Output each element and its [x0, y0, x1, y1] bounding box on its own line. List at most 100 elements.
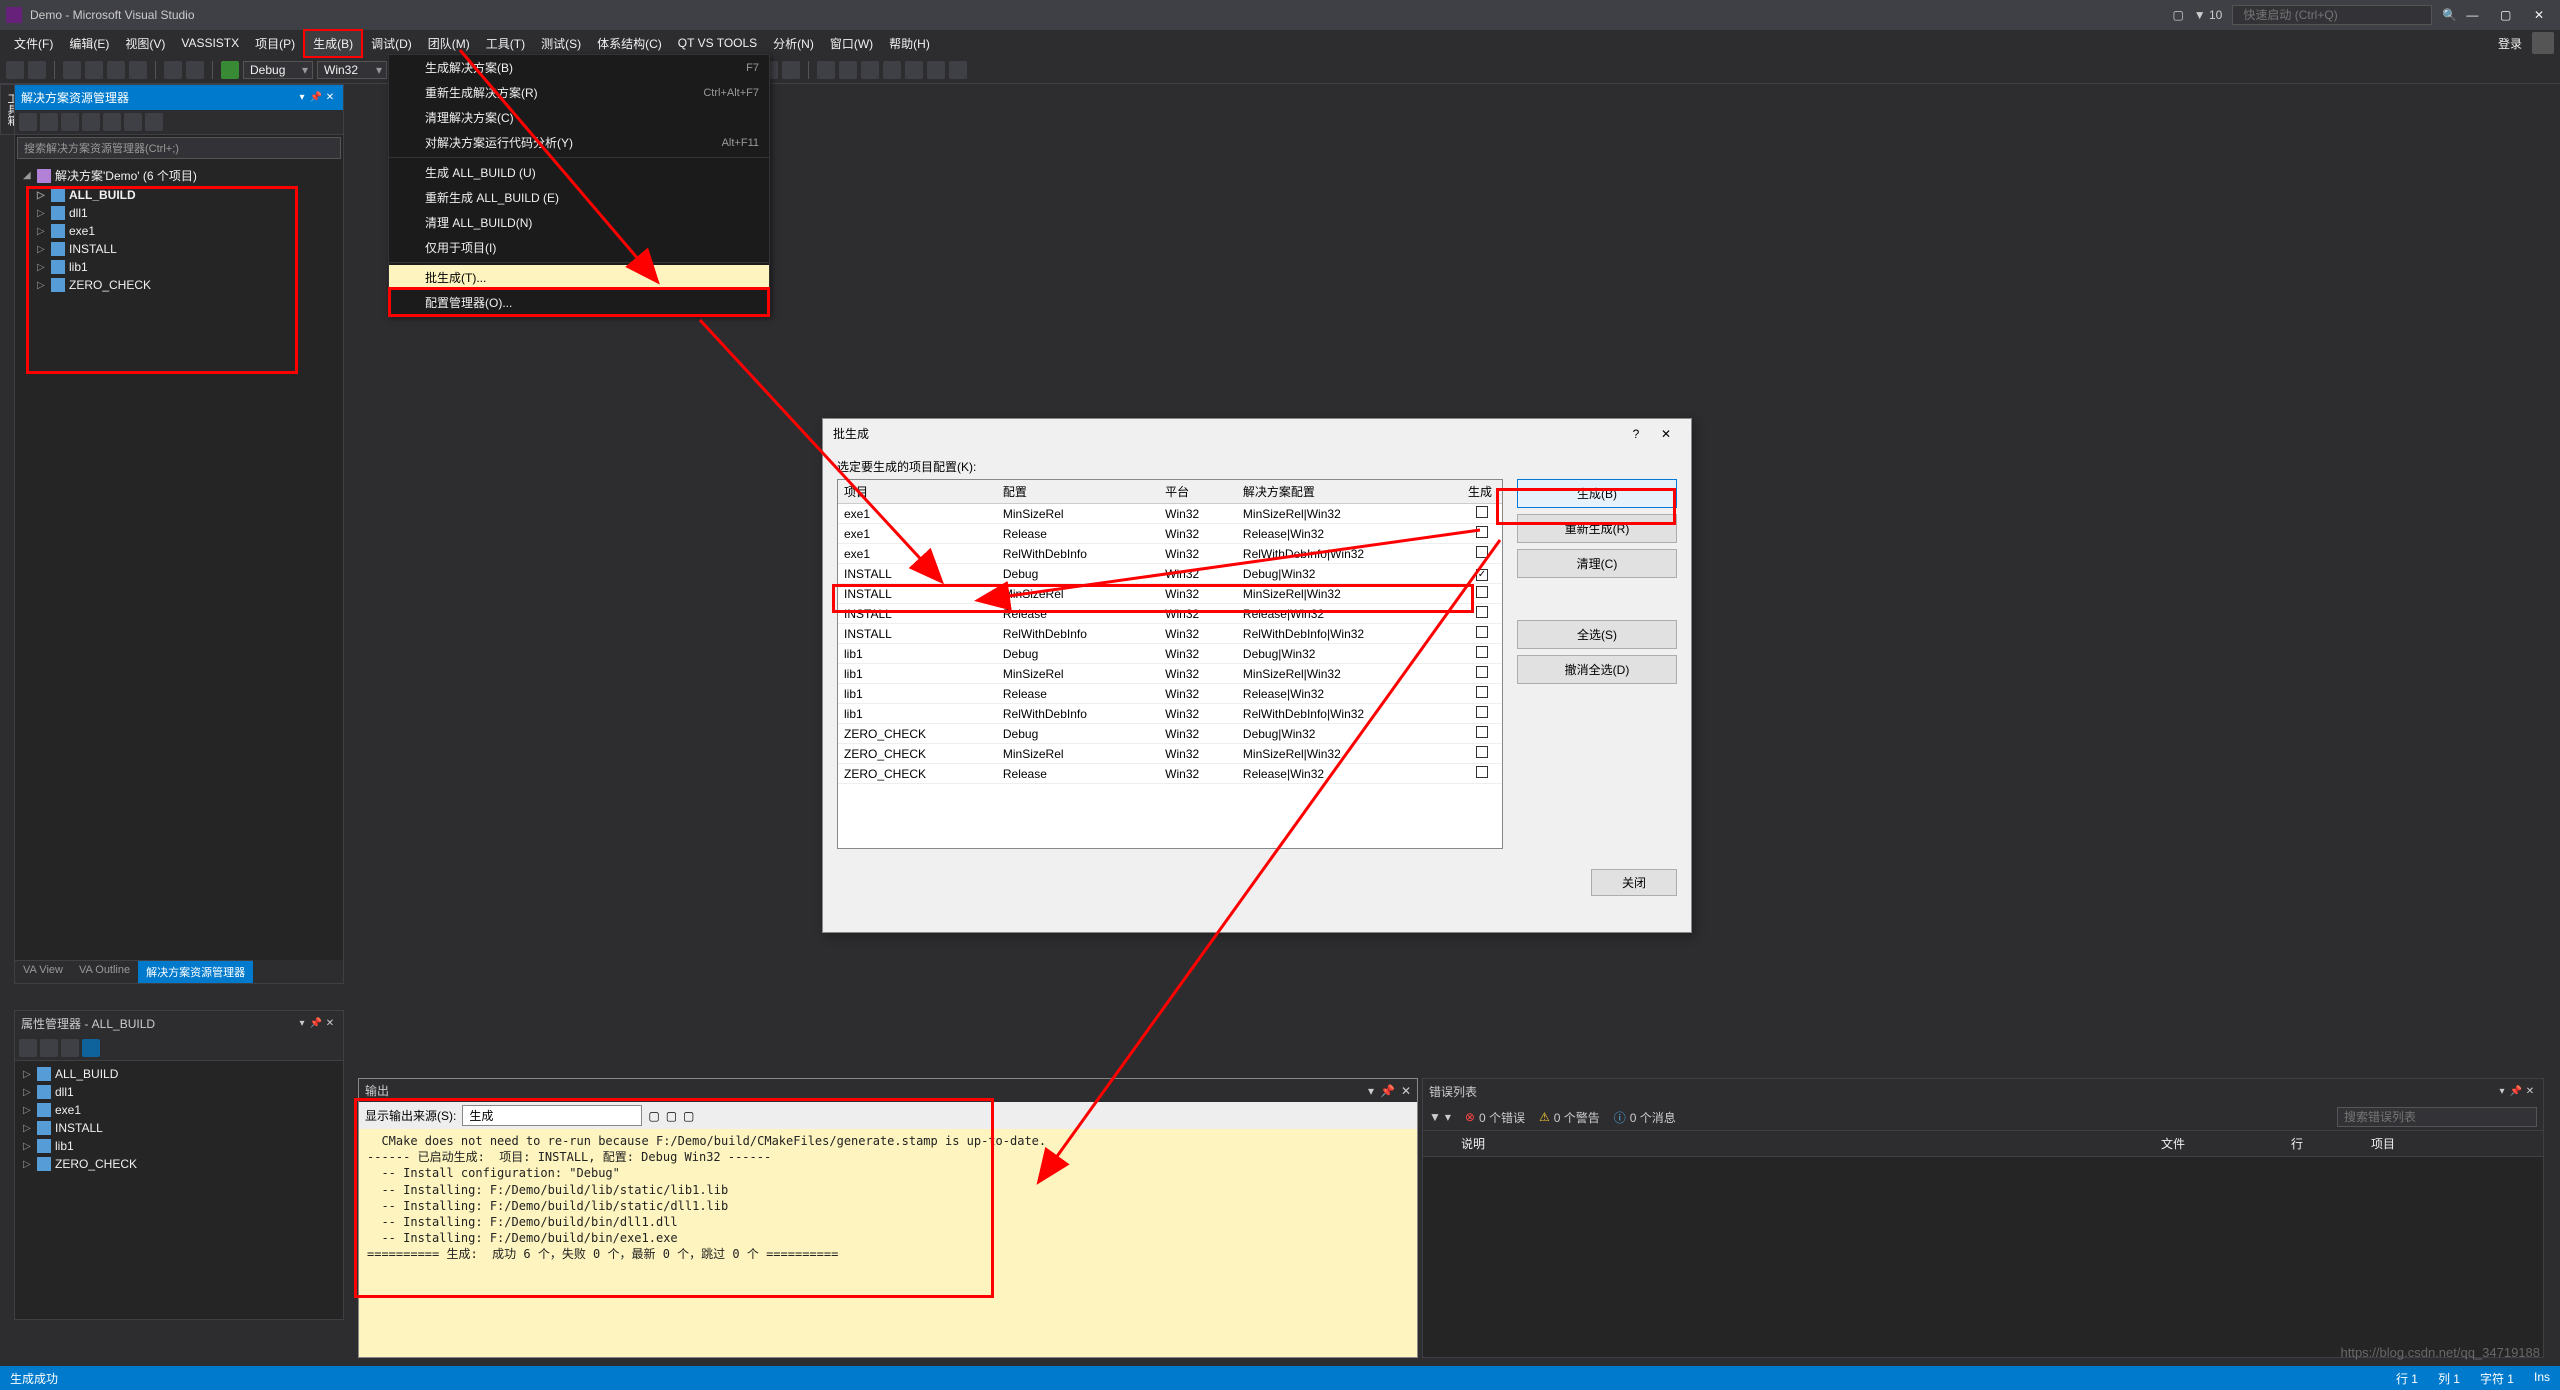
menu-arch[interactable]: 体系结构(C)	[589, 31, 670, 56]
menu-qtvs[interactable]: QT VS TOOLS	[670, 32, 765, 54]
build-checkbox[interactable]	[1476, 626, 1488, 638]
menu-tools[interactable]: 工具(T)	[478, 31, 533, 56]
login-link[interactable]: 登录	[2498, 35, 2522, 52]
tab-va-view[interactable]: VA View	[15, 960, 71, 983]
output-dropdown-icon[interactable]: ▾	[1368, 1084, 1374, 1098]
batch-build-grid[interactable]: 项目 配置 平台 解决方案配置 生成 exe1MinSizeRelWin32Mi…	[837, 479, 1503, 849]
maximize-button[interactable]: ▢	[2491, 8, 2521, 22]
output-goto-icon[interactable]: ▢	[683, 1109, 694, 1123]
redo-icon[interactable]	[186, 61, 204, 79]
tb-icon-8[interactable]	[782, 61, 800, 79]
table-row[interactable]: exe1MinSizeRelWin32MinSizeRel|Win32	[838, 504, 1502, 524]
table-row[interactable]: lib1ReleaseWin32Release|Win32	[838, 684, 1502, 704]
build-checkbox[interactable]	[1476, 506, 1488, 518]
solution-item-exe1[interactable]: ▷exe1	[19, 222, 339, 240]
avatar-icon[interactable]	[2532, 32, 2554, 54]
solution-root[interactable]: ◢ 解决方案'Demo' (6 个项目)	[19, 165, 339, 186]
menu-item[interactable]: 生成 ALL_BUILD (U)	[389, 160, 769, 185]
minimize-button[interactable]: —	[2457, 8, 2487, 22]
menu-team[interactable]: 团队(M)	[420, 31, 478, 56]
menu-view[interactable]: 视图(V)	[117, 31, 173, 56]
prop-add2-icon[interactable]	[61, 1039, 79, 1057]
quick-launch-input[interactable]	[2232, 5, 2432, 25]
menu-help[interactable]: 帮助(H)	[881, 31, 938, 56]
build-checkbox[interactable]	[1476, 766, 1488, 778]
sol-refresh-icon[interactable]	[40, 113, 58, 131]
table-row[interactable]: exe1RelWithDebInfoWin32RelWithDebInfo|Wi…	[838, 544, 1502, 564]
build-checkbox[interactable]	[1476, 746, 1488, 758]
tb-icon-14[interactable]	[927, 61, 945, 79]
prop-close-icon[interactable]: ✕	[323, 1018, 337, 1029]
table-row[interactable]: ZERO_CHECKMinSizeRelWin32MinSizeRel|Win3…	[838, 744, 1502, 764]
tab-solution-explorer[interactable]: 解决方案资源管理器	[138, 960, 253, 983]
panel-dropdown-icon[interactable]: ▾	[295, 92, 309, 103]
build-button[interactable]: 生成(B)	[1517, 479, 1677, 508]
menu-project[interactable]: 项目(P)	[247, 31, 303, 56]
sol-collapse-icon[interactable]	[103, 113, 121, 131]
menu-item[interactable]: 清理解决方案(C)	[389, 105, 769, 130]
feedback-icon[interactable]: ▢	[2172, 8, 2183, 22]
solution-item-ALL_BUILD[interactable]: ▷ALL_BUILD	[19, 186, 339, 204]
prop-wrench-icon[interactable]	[19, 1039, 37, 1057]
tb-icon-12[interactable]	[883, 61, 901, 79]
nav-back-icon[interactable]	[6, 61, 24, 79]
solution-search-input[interactable]: 搜索解决方案资源管理器(Ctrl+;)	[17, 137, 341, 159]
menu-file[interactable]: 文件(F)	[6, 31, 61, 56]
build-checkbox[interactable]	[1476, 726, 1488, 738]
output-source-combo[interactable]: 生成	[462, 1105, 642, 1126]
table-row[interactable]: lib1DebugWin32Debug|Win32	[838, 644, 1502, 664]
error-dropdown-icon[interactable]: ▾	[2495, 1086, 2509, 1097]
prop-add-icon[interactable]	[40, 1039, 58, 1057]
tb-icon-10[interactable]	[839, 61, 857, 79]
solution-item-lib1[interactable]: ▷lib1	[19, 258, 339, 276]
menu-vassistx[interactable]: VASSISTX	[173, 32, 247, 54]
output-wrap-icon[interactable]: ▢	[666, 1109, 677, 1123]
output-clear-icon[interactable]: ▢	[648, 1109, 659, 1123]
save-icon[interactable]	[107, 61, 125, 79]
build-checkbox[interactable]	[1476, 546, 1488, 558]
build-checkbox[interactable]	[1476, 606, 1488, 618]
save-all-icon[interactable]	[129, 61, 147, 79]
error-list-grid[interactable]: 说明 文件 行 项目	[1423, 1131, 2543, 1157]
output-text[interactable]: CMake does not need to re-run because F:…	[359, 1129, 1417, 1357]
search-icon[interactable]: 🔍	[2442, 8, 2457, 22]
config-combo[interactable]: Debug	[243, 61, 313, 79]
table-row[interactable]: INSTALLMinSizeRelWin32MinSizeRel|Win32	[838, 584, 1502, 604]
prop-item-INSTALL[interactable]: ▷INSTALL	[19, 1119, 339, 1137]
filter-errors[interactable]: ⊗ 0 个错误	[1465, 1109, 1525, 1126]
table-row[interactable]: INSTALLDebugWin32Debug|Win32✓	[838, 564, 1502, 584]
nav-fwd-icon[interactable]	[28, 61, 46, 79]
tb-icon-9[interactable]	[817, 61, 835, 79]
build-checkbox[interactable]	[1476, 646, 1488, 658]
menu-test[interactable]: 测试(S)	[533, 31, 589, 56]
menu-window[interactable]: 窗口(W)	[822, 31, 881, 56]
tb-icon-15[interactable]	[949, 61, 967, 79]
dialog-close-icon[interactable]: ✕	[1651, 427, 1681, 441]
menu-item[interactable]: 重新生成解决方案(R)Ctrl+Alt+F7	[389, 80, 769, 105]
menu-analyze[interactable]: 分析(N)	[765, 31, 822, 56]
table-row[interactable]: exe1ReleaseWin32Release|Win32	[838, 524, 1502, 544]
menu-item[interactable]: 对解决方案运行代码分析(Y)Alt+F11	[389, 130, 769, 155]
build-checkbox[interactable]	[1476, 586, 1488, 598]
output-pin-icon[interactable]: 📌	[1380, 1084, 1395, 1098]
menu-item[interactable]: 仅用于项目(I)	[389, 235, 769, 260]
sol-sync-icon[interactable]	[61, 113, 79, 131]
prop-dropdown-icon[interactable]: ▾	[295, 1018, 309, 1029]
solution-item-ZERO_CHECK[interactable]: ▷ZERO_CHECK	[19, 276, 339, 294]
build-checkbox[interactable]	[1476, 526, 1488, 538]
menu-item[interactable]: 配置管理器(O)...	[389, 290, 769, 315]
output-close-icon[interactable]: ✕	[1401, 1084, 1411, 1098]
build-checkbox[interactable]	[1476, 706, 1488, 718]
undo-icon[interactable]	[164, 61, 182, 79]
deselect-all-button[interactable]: 撤消全选(D)	[1517, 655, 1677, 684]
table-row[interactable]: INSTALLReleaseWin32Release|Win32	[838, 604, 1502, 624]
filter-dropdown[interactable]: ▼ ▾	[1429, 1110, 1451, 1124]
open-file-icon[interactable]	[85, 61, 103, 79]
menu-debug[interactable]: 调试(D)	[363, 31, 420, 56]
close-dialog-button[interactable]: 关闭	[1591, 869, 1677, 896]
panel-pin-icon[interactable]: 📌	[309, 92, 323, 103]
build-checkbox[interactable]: ✓	[1476, 569, 1488, 581]
tb-icon-13[interactable]	[905, 61, 923, 79]
menu-item[interactable]: 重新生成 ALL_BUILD (E)	[389, 185, 769, 210]
prop-save-icon[interactable]	[82, 1039, 100, 1057]
